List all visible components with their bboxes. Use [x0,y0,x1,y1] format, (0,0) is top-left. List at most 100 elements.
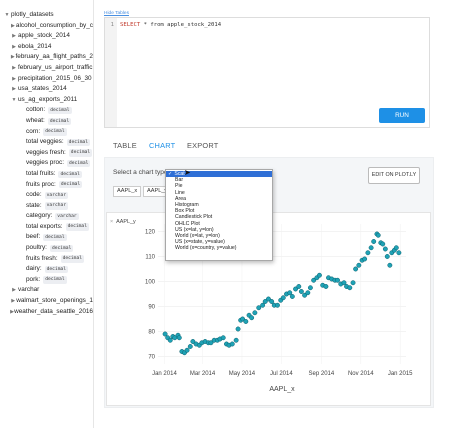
sidebar-table-item[interactable]: ▶ alcohol_consumption_by_c [0,21,93,32]
sidebar-table-item-expanded[interactable]: ▼ us_ag_exports_2011 [0,95,93,106]
data-point[interactable] [220,335,226,341]
sidebar-column-item[interactable]: total exports: decimal [0,222,93,233]
sidebar-column-item[interactable]: veggies proc: decimal [0,158,93,169]
data-point[interactable] [280,295,286,301]
data-point[interactable] [335,277,340,283]
tree-label: alcohol_consumption_by_c [15,21,93,29]
data-point[interactable] [323,284,329,289]
sidebar-column-item[interactable]: pork: decimal [0,275,93,286]
data-point[interactable] [375,232,381,238]
data-point[interactable] [176,335,182,341]
dropdown-option[interactable]: World (x=country, y=value) [166,245,272,251]
tree-label: dairy: [26,265,42,273]
data-point[interactable] [380,241,386,247]
sql-table-name: apple_stock_2014 [163,22,222,28]
data-point[interactable] [298,289,304,294]
data-point[interactable] [233,337,239,343]
data-point[interactable] [368,245,374,251]
sidebar-column-item[interactable]: beef: decimal [0,232,93,243]
caret-right-icon[interactable]: ▶ [10,285,18,296]
tree-label: ebola_2014 [18,42,52,50]
tab-export[interactable]: EXPORT [187,141,218,150]
data-point[interactable] [249,315,255,321]
y-tick-label: 70 [148,355,155,361]
tree-label: beef: [26,233,41,241]
chart-type-dropdown[interactable]: ✓ Scat Bar Pie Line Area Histogram Box Plot Cand… [165,169,273,261]
sidebar-column-item[interactable]: wheat: decimal [0,116,93,127]
x-axis-title: AAPL_x [269,386,295,393]
sidebar-column-item[interactable]: fruits fresh: decimal [0,254,93,265]
edit-on-plotly-button[interactable]: EDIT ON PLOT.LY [368,167,420,184]
sidebar-column-item[interactable]: corn: decimal [0,127,93,138]
data-point[interactable] [384,254,390,259]
data-point[interactable] [387,262,393,268]
data-point[interactable] [362,256,368,262]
run-button[interactable]: RUN [379,108,425,123]
data-point[interactable] [296,284,302,289]
data-point[interactable] [353,266,359,272]
tree-label: fruits fresh: [26,254,58,262]
sidebar-table-item[interactable]: ▶ ebola_2014 [0,42,93,53]
sidebar-table-item[interactable]: ▶ february_us_airport_traffic [0,63,93,74]
x-tick-label: Sep 2014 [309,371,335,377]
sidebar-column-item[interactable]: poultry: decimal [0,243,93,254]
sidebar: ▼ plotly_datasets ▶ alcohol_consumption_by_… [0,0,94,428]
data-point[interactable] [235,326,241,332]
caret-right-icon[interactable]: ▶ [10,84,18,95]
sidebar-table-item[interactable]: ▶ weather_data_seattle_2016 [0,307,93,318]
data-point[interactable] [243,319,249,324]
sidebar-column-item[interactable]: fruits proc: decimal [0,180,93,191]
data-point[interactable] [307,285,313,291]
data-point[interactable] [356,262,362,268]
sidebar-column-item[interactable]: total veggies: decimal [0,137,93,148]
sidebar-table-item[interactable]: ▶ february_aa_flight_paths_2 [0,52,93,63]
data-point[interactable] [382,246,388,252]
sidebar-column-item[interactable]: code: varchar [0,190,93,201]
tree-label: veggies fresh: [26,148,66,156]
sidebar-column-item[interactable]: category: varchar [0,211,93,222]
data-point[interactable] [393,245,399,251]
sidebar-table-item[interactable]: ▶ apple_stock_2014 [0,31,93,42]
data-point[interactable] [184,347,190,353]
sql-star: * [140,22,151,28]
data-point[interactable] [396,250,402,256]
sidebar-table-item[interactable]: ▶ varchar [0,285,93,296]
tab-table[interactable]: TABLE [113,141,137,150]
sidebar-table-item[interactable]: ▶ walmart_store_openings_1 [0,296,93,307]
column-type-badge: decimal [66,138,91,147]
data-point[interactable] [347,285,353,291]
data-point[interactable] [371,239,377,244]
sql-text[interactable]: SELECT * from apple_stock_2014 [120,22,221,28]
tree-label: total veggies: [26,138,64,146]
sidebar-table-item[interactable]: ▶ usa_states_2014 [0,84,93,95]
data-point[interactable] [317,272,322,278]
sidebar-column-item[interactable]: veggies fresh: decimal [0,148,93,159]
caret-down-icon[interactable]: ▼ [10,95,18,106]
data-point[interactable] [365,250,371,256]
hide-tables-link[interactable]: Hide Tables [104,11,129,16]
column-type-badge: decimal [47,117,72,125]
caret-right-icon[interactable]: ▶ [10,42,18,53]
tree-root-dataset[interactable]: ▼ plotly_datasets [0,10,93,21]
caret-right-icon[interactable]: ▶ [10,63,18,74]
data-point[interactable] [256,305,262,311]
data-point[interactable] [252,310,258,316]
sidebar-table-item[interactable]: ▶ precipitation_2015_06_30 [0,74,93,85]
caret-right-icon[interactable]: ▶ [10,74,18,85]
data-point[interactable] [187,344,193,349]
data-point[interactable] [229,341,235,347]
sidebar-column-item[interactable]: state: varchar [0,201,93,212]
data-point[interactable] [350,280,356,286]
caret-down-icon[interactable]: ▼ [3,10,11,21]
sidebar-column-item[interactable]: cotton: decimal [0,105,93,116]
tab-chart[interactable]: CHART [149,141,175,150]
sidebar-column-item[interactable]: total fruits: decimal [0,169,93,180]
caret-right-icon[interactable]: ▶ [10,31,18,42]
data-point[interactable] [289,294,295,299]
data-point[interactable] [275,302,280,308]
x-axis-selector[interactable]: AAPL_x [113,186,141,197]
sidebar-column-item[interactable]: dairy: decimal [0,264,93,275]
data-point[interactable] [305,290,311,296]
tree-label: february_us_airport_traffic [18,63,93,71]
tree-label: code: [26,191,42,199]
